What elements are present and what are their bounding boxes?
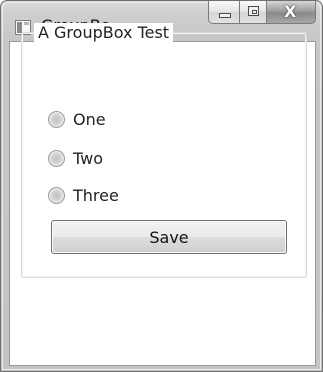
radio-label-three: Three — [73, 185, 119, 205]
minimize-button[interactable] — [208, 1, 240, 24]
radio-label-one: One — [73, 109, 106, 129]
app-window: GroupBo... X A GroupBox Test One Two Thr… — [0, 0, 323, 372]
radio-button-icon[interactable] — [48, 110, 65, 128]
maximize-button[interactable] — [239, 1, 267, 24]
caption-buttons: X — [208, 1, 316, 24]
radio-button-icon[interactable] — [48, 149, 65, 167]
close-button[interactable]: X — [266, 1, 316, 24]
minimize-icon — [219, 13, 231, 18]
save-button[interactable]: Save — [51, 220, 287, 254]
groupbox-header: A GroupBox Test — [34, 23, 174, 42]
radio-one[interactable]: One — [48, 107, 106, 131]
close-icon: X — [284, 2, 297, 21]
radio-three[interactable]: Three — [48, 183, 119, 207]
radio-two[interactable]: Two — [48, 146, 103, 170]
maximize-icon — [248, 6, 259, 16]
radio-button-icon[interactable] — [48, 186, 65, 204]
radio-label-two: Two — [73, 148, 103, 168]
